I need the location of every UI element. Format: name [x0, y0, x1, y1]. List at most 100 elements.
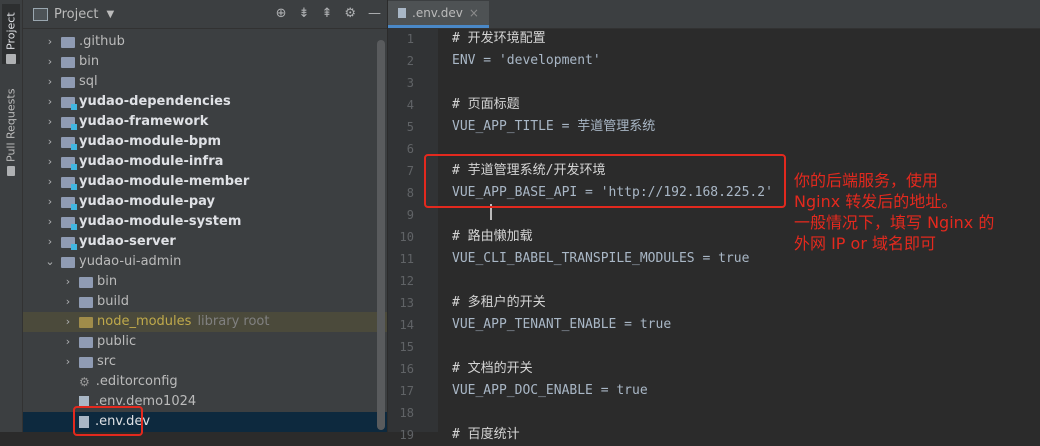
line-number: 17	[399, 384, 414, 398]
gear-icon: ⚙	[79, 375, 90, 389]
code-line: 19 # 百度统计	[388, 424, 773, 446]
module-folder-icon	[61, 196, 77, 210]
tree-item[interactable]: › yudao-server	[23, 232, 387, 252]
tree-item[interactable]: › build	[23, 292, 387, 312]
chevron-right-icon[interactable]: ›	[43, 32, 57, 52]
tree-item[interactable]: › node_modules library root	[23, 312, 387, 332]
tree-item[interactable]: ⚙ .editorconfig	[23, 372, 387, 392]
tree-item[interactable]: › bin	[23, 272, 387, 292]
code-text: # 路由懒加载	[452, 229, 533, 244]
tree-scrollbar[interactable]	[377, 40, 385, 430]
expand-all-icon[interactable]: ⇟	[299, 6, 310, 21]
tree-item[interactable]: › yudao-module-member	[23, 172, 387, 192]
close-icon[interactable]: ×	[469, 6, 479, 20]
module-folder-icon	[61, 136, 77, 150]
tree-item[interactable]: › yudao-module-pay	[23, 192, 387, 212]
code-text: VUE_CLI_BABEL_TRANSPILE_MODULES = true	[452, 251, 750, 266]
tree-item[interactable]: › yudao-dependencies	[23, 92, 387, 112]
annotation-line: 一般情况下，填写 Nginx 的	[794, 213, 995, 232]
code-line: 14 VUE_APP_TENANT_ENABLE = true	[388, 314, 773, 336]
chevron-right-icon[interactable]: ›	[43, 72, 57, 92]
tree-item-label: bin	[97, 274, 118, 289]
tree-item-label: yudao-server	[79, 234, 176, 249]
code-line: 12	[388, 270, 773, 292]
locate-icon[interactable]: ⊕	[276, 6, 287, 21]
library-root-label: library root	[197, 314, 270, 329]
chevron-right-icon[interactable]: ›	[61, 352, 75, 372]
tree-item[interactable]: ⌄ yudao-ui-admin	[23, 252, 387, 272]
module-folder-icon	[61, 216, 77, 230]
chevron-right-icon[interactable]: ›	[43, 192, 57, 212]
chevron-right-icon[interactable]: ›	[43, 132, 57, 152]
hide-icon[interactable]: —	[368, 6, 381, 21]
code-line: 16 # 文档的开关	[388, 358, 773, 380]
chevron-right-icon[interactable]: ›	[61, 312, 75, 332]
folder-icon	[61, 56, 75, 68]
chevron-right-icon[interactable]: ›	[61, 292, 75, 312]
line-number: 2	[406, 54, 414, 68]
editor-tab-env-dev[interactable]: .env.dev ×	[388, 1, 489, 28]
chevron-right-icon[interactable]: ›	[43, 212, 57, 232]
tree-item[interactable]: › src	[23, 352, 387, 372]
tree-item[interactable]: › public	[23, 332, 387, 352]
tree-item-label: public	[97, 334, 137, 349]
module-folder-icon	[61, 116, 77, 130]
line-number: 19	[399, 428, 414, 442]
chevron-down-icon[interactable]: ⌄	[43, 252, 57, 272]
code-text: VUE_APP_TENANT_ENABLE = true	[452, 317, 672, 332]
code-line: 10 # 路由懒加载	[388, 226, 773, 248]
file-icon	[398, 8, 406, 18]
line-number: 3	[406, 76, 414, 90]
gear-icon[interactable]: ⚙	[344, 6, 356, 21]
annotation-line: 你的后端服务，使用	[794, 171, 939, 190]
code-text: # 多租户的开关	[452, 295, 546, 310]
chevron-right-icon[interactable]: ›	[43, 232, 57, 252]
line-number: 16	[399, 362, 414, 376]
tree-item[interactable]: › yudao-module-infra	[23, 152, 387, 172]
chevron-right-icon[interactable]: ›	[61, 272, 75, 292]
folder-icon	[79, 276, 93, 288]
folder-icon	[61, 256, 75, 268]
annotation-line: Nginx 转发后的地址。	[794, 192, 958, 211]
tree-item-label: yudao-framework	[79, 114, 209, 129]
line-number: 15	[399, 340, 414, 354]
line-number: 12	[399, 274, 414, 288]
tree-item[interactable]: › sql	[23, 72, 387, 92]
tree-item-label: yudao-module-member	[79, 174, 250, 189]
code-text: # 页面标题	[452, 97, 520, 112]
chevron-right-icon[interactable]: ›	[43, 112, 57, 132]
code-text: VUE_APP_DOC_ENABLE = true	[452, 383, 648, 398]
tree-item[interactable]: › .github	[23, 32, 387, 52]
code-line: 17 VUE_APP_DOC_ENABLE = true	[388, 380, 773, 402]
folder-icon	[79, 356, 93, 368]
code-text: # 开发环境配置	[452, 31, 546, 46]
chevron-down-icon[interactable]: ▼	[106, 9, 114, 20]
line-number: 11	[399, 252, 414, 266]
chevron-right-icon[interactable]: ›	[43, 52, 57, 72]
collapse-all-icon[interactable]: ⇞	[321, 6, 332, 21]
module-folder-icon	[61, 176, 77, 190]
pull-requests-tool-tab[interactable]: Pull Requests	[2, 80, 20, 176]
tree-item[interactable]: › yudao-framework	[23, 112, 387, 132]
tree-item-label: yudao-module-system	[79, 214, 242, 229]
line-number: 14	[399, 318, 414, 332]
chevron-right-icon[interactable]: ›	[43, 92, 57, 112]
chevron-right-icon[interactable]: ›	[43, 152, 57, 172]
tree-item[interactable]: › bin	[23, 52, 387, 72]
code-editor[interactable]: 1 # 开发环境配置 2 ENV = 'development' 3 4 # 页面标题 5 VU…	[388, 28, 773, 446]
project-view-selector[interactable]: Project	[54, 7, 98, 22]
chevron-right-icon[interactable]: ›	[43, 172, 57, 192]
module-folder-icon	[61, 156, 77, 170]
chevron-right-icon[interactable]: ›	[61, 332, 75, 352]
tree-item-label: build	[97, 294, 129, 309]
project-panel-header: Project ▼ ⊕ ⇟ ⇞ ⚙ —	[23, 0, 387, 29]
code-line: 4 # 页面标题	[388, 94, 773, 116]
code-line: 15	[388, 336, 773, 358]
project-tool-tab[interactable]: Project	[2, 4, 20, 64]
tree-item[interactable]: › yudao-module-bpm	[23, 132, 387, 152]
tree-item[interactable]: › yudao-module-system	[23, 212, 387, 232]
folder-icon	[6, 54, 16, 64]
tree-item-label: sql	[79, 74, 98, 89]
line-number: 4	[406, 98, 414, 112]
code-line: 1 # 开发环境配置	[388, 28, 773, 50]
